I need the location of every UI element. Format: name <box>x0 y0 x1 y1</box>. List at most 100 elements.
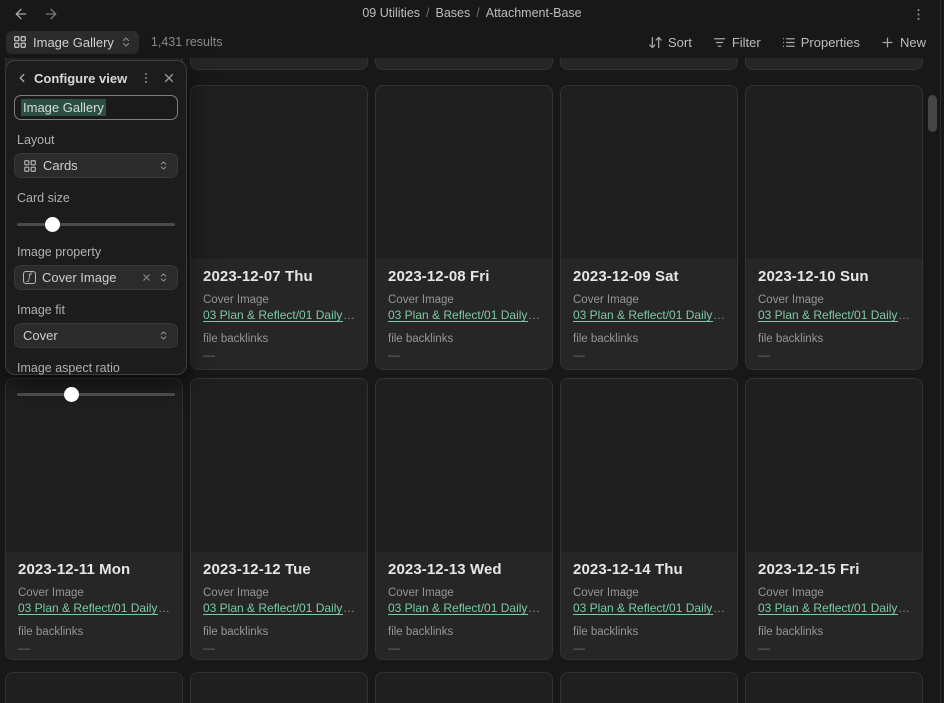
gallery-card-partial[interactable] <box>375 58 553 70</box>
internal-link[interactable]: 03 Plan & Reflect/01 Daily Jou <box>758 308 898 322</box>
card-size-slider-thumb[interactable] <box>45 217 60 232</box>
breadcrumb-separator: / <box>476 6 479 20</box>
gallery-card-partial[interactable] <box>375 672 553 703</box>
titlebar: 09 Utilities / Bases / Attachment-Base <box>0 0 944 26</box>
internal-link[interactable]: 03 Plan & Reflect/01 Daily Jou <box>203 601 343 615</box>
image-fit-label: Image fit <box>17 303 175 317</box>
backlinks-empty-value: — <box>203 641 355 655</box>
filter-button-label: Filter <box>732 35 761 50</box>
gallery-card-partial[interactable] <box>560 672 738 703</box>
gallery-card-partial[interactable] <box>5 672 183 703</box>
card-cover-image-placeholder <box>6 379 182 552</box>
internal-link[interactable]: 03 Plan & Reflect/01 Daily Jou <box>573 308 713 322</box>
panel-more-options-icon[interactable] <box>137 69 155 87</box>
gallery-card[interactable]: 2023-12-11 Mon Cover Image 03 Plan & Ref… <box>5 378 183 660</box>
more-options-icon[interactable] <box>908 4 928 24</box>
image-property-label: Image property <box>17 245 175 259</box>
file-backlinks-property-label: file backlinks <box>18 626 170 638</box>
gallery-card-partial[interactable] <box>190 672 368 703</box>
filter-button[interactable]: Filter <box>708 31 765 54</box>
backlinks-empty-value: — <box>758 348 910 362</box>
card-row-partial-bottom <box>5 672 923 703</box>
image-aspect-ratio-slider[interactable] <box>17 387 175 402</box>
view-name-value: Image Gallery <box>21 99 106 116</box>
properties-button[interactable]: Properties <box>777 31 864 54</box>
cover-image-property-label: Cover Image <box>203 294 355 306</box>
layout-label: Layout <box>17 133 175 147</box>
card-body: 2023-12-12 Tue Cover Image 03 Plan & Ref… <box>191 552 367 660</box>
vertical-scrollbar-thumb[interactable] <box>928 95 937 132</box>
image-fit-value: Cover <box>23 328 152 343</box>
card-body: 2023-12-11 Mon Cover Image 03 Plan & Ref… <box>6 552 182 660</box>
backlinks-empty-value: — <box>203 348 355 362</box>
gallery-card[interactable]: 2023-12-14 Thu Cover Image 03 Plan & Ref… <box>560 378 738 660</box>
cover-image-property-label: Cover Image <box>388 294 540 306</box>
image-fit-select[interactable]: Cover <box>14 323 178 348</box>
card-body: 2023-12-08 Fri Cover Image 03 Plan & Ref… <box>376 259 552 370</box>
backlinks-empty-value: — <box>758 641 910 655</box>
gallery-card-partial[interactable] <box>745 672 923 703</box>
card-body: 2023-12-10 Sun Cover Image 03 Plan & Ref… <box>746 259 922 370</box>
card-title: 2023-12-15 Fri <box>758 561 910 578</box>
file-backlinks-property-label: file backlinks <box>388 626 540 638</box>
cover-image-property-label: Cover Image <box>758 587 910 599</box>
layout-select[interactable]: Cards <box>14 153 178 178</box>
gallery-card[interactable]: 2023-12-08 Fri Cover Image 03 Plan & Ref… <box>375 85 553 370</box>
card-cover-image-placeholder <box>746 379 922 552</box>
gallery-card[interactable]: 2023-12-12 Tue Cover Image 03 Plan & Ref… <box>190 378 368 660</box>
image-property-select[interactable]: ƒ Cover Image <box>14 265 178 290</box>
card-title: 2023-12-13 Wed <box>388 561 540 578</box>
breadcrumb-item[interactable]: Bases <box>436 6 471 20</box>
link-ellipsis: … <box>343 308 355 322</box>
internal-link[interactable]: 03 Plan & Reflect/01 Daily Jou <box>573 601 713 615</box>
internal-link[interactable]: 03 Plan & Reflect/01 Daily Jou <box>18 601 158 615</box>
internal-link[interactable]: 03 Plan & Reflect/01 Daily Jou <box>758 601 898 615</box>
card-cover-image-placeholder <box>191 379 367 552</box>
card-body <box>191 58 367 69</box>
gallery-card-partial[interactable] <box>745 58 923 70</box>
gallery-card[interactable]: 2023-12-09 Sat Cover Image 03 Plan & Ref… <box>560 85 738 370</box>
plus-icon <box>880 35 895 50</box>
link-ellipsis: … <box>898 601 910 615</box>
card-title: 2023-12-12 Tue <box>203 561 355 578</box>
backlinks-empty-value: — <box>573 641 725 655</box>
image-aspect-ratio-slider-thumb[interactable] <box>64 387 79 402</box>
clear-x-icon[interactable] <box>141 272 152 283</box>
gallery-card[interactable]: 2023-12-15 Fri Cover Image 03 Plan & Ref… <box>745 378 923 660</box>
card-body <box>746 58 922 69</box>
sort-button[interactable]: Sort <box>644 31 696 54</box>
card-title: 2023-12-08 Fri <box>388 268 540 285</box>
card-title: 2023-12-10 Sun <box>758 268 910 285</box>
gallery-card[interactable]: 2023-12-13 Wed Cover Image 03 Plan & Ref… <box>375 378 553 660</box>
card-cover-image-placeholder <box>561 673 737 703</box>
chevron-left-icon[interactable] <box>15 71 29 85</box>
internal-link[interactable]: 03 Plan & Reflect/01 Daily Jou <box>203 308 343 322</box>
gallery-card-partial[interactable] <box>190 58 368 70</box>
card-size-label: Card size <box>17 191 175 205</box>
card-size-slider[interactable] <box>17 217 175 232</box>
image-property-value: Cover Image <box>42 270 135 285</box>
new-button[interactable]: New <box>876 31 930 54</box>
breadcrumb-item[interactable]: Attachment-Base <box>486 6 582 20</box>
gallery-card[interactable]: 2023-12-10 Sun Cover Image 03 Plan & Ref… <box>745 85 923 370</box>
card-body: 2023-12-14 Thu Cover Image 03 Plan & Ref… <box>561 552 737 660</box>
gallery-card-partial[interactable] <box>560 58 738 70</box>
view-switcher-button[interactable]: Image Gallery <box>6 31 139 54</box>
close-icon[interactable] <box>160 69 178 87</box>
card-title: 2023-12-07 Thu <box>203 268 355 285</box>
card-cover-image-placeholder <box>746 673 922 703</box>
internal-link[interactable]: 03 Plan & Reflect/01 Daily Jou <box>388 308 528 322</box>
cover-image-property-label: Cover Image <box>573 294 725 306</box>
card-row-2: 2023-12-11 Mon Cover Image 03 Plan & Ref… <box>5 378 923 660</box>
filter-icon <box>712 35 727 50</box>
card-cover-image-placeholder <box>376 379 552 552</box>
link-ellipsis: … <box>343 601 355 615</box>
grid-layout-icon <box>23 159 37 173</box>
cover-image-link-row: 03 Plan & Reflect/01 Daily Jou… <box>203 601 355 615</box>
internal-link[interactable]: 03 Plan & Reflect/01 Daily Jou <box>388 601 528 615</box>
new-button-label: New <box>900 35 926 50</box>
cover-image-link-row: 03 Plan & Reflect/01 Daily Jou… <box>758 601 910 615</box>
gallery-card[interactable]: 2023-12-07 Thu Cover Image 03 Plan & Ref… <box>190 85 368 370</box>
breadcrumb-item[interactable]: 09 Utilities <box>362 6 420 20</box>
view-name-input[interactable]: Image Gallery <box>14 95 178 120</box>
